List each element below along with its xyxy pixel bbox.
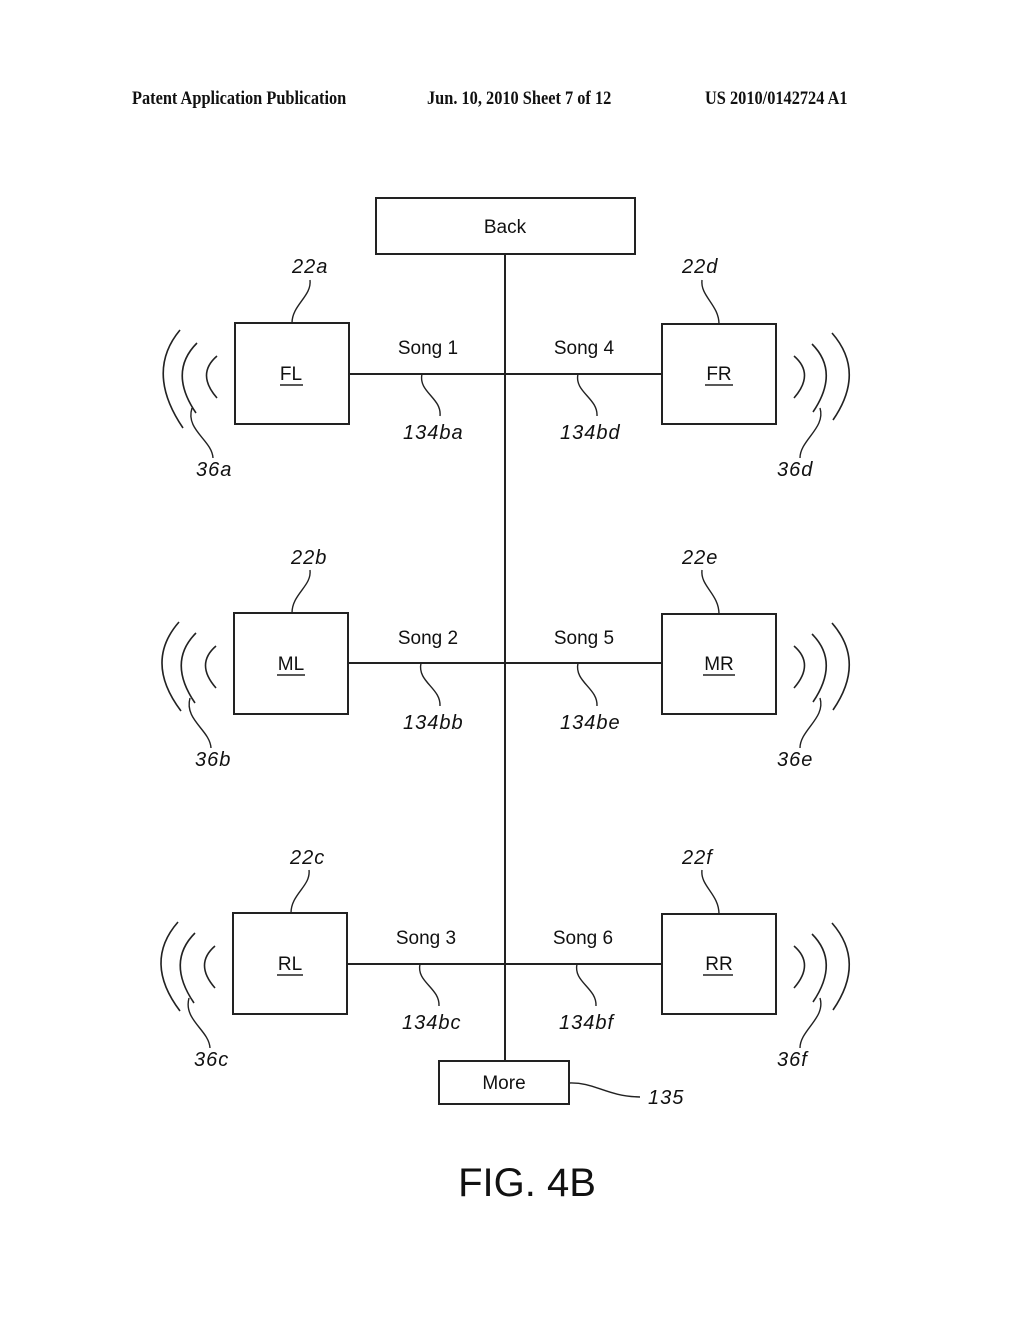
leader-36a [190,407,214,459]
leader-134bc [419,963,440,1007]
song-label-3: Song 3 [396,928,456,949]
leader-36c [187,997,211,1049]
ref-36e: 36e [777,749,813,771]
leader-134ba [421,373,441,417]
leader-134be [577,662,598,707]
ref-36f: 36f [777,1049,809,1071]
leader-22e [701,569,720,615]
sound-waves-36c [160,921,216,1012]
leader-22b [291,569,311,614]
leader-134bd [577,373,598,417]
ref-22c: 22c [289,847,325,869]
ref-22f: 22f [681,847,714,869]
speaker-RR[interactable]: RR [661,913,777,1015]
speaker-ML[interactable]: ML [233,612,349,715]
speaker-RL[interactable]: RL [232,912,348,1015]
song-label-4: Song 4 [554,338,615,359]
song-label-2: Song 2 [398,628,458,649]
speaker-label-FR: FR [706,364,731,385]
leader-134bb [420,662,441,707]
speaker-song-diagram: Back FL 22a 36a Song 1 134ba FR 22d 36d … [160,197,850,1205]
speaker-FR[interactable]: FR [661,323,777,425]
leader-22c [290,869,310,914]
sound-waves-36b [161,621,217,712]
back-button-label: Back [484,217,527,238]
leader-22f [701,869,720,915]
ref-134ba: 134ba [403,422,464,444]
leader-134bf [576,963,597,1007]
ref-36a: 36a [196,459,232,481]
leader-22d [701,279,720,325]
leader-135 [568,1082,641,1098]
ref-134bf: 134bf [559,1012,615,1034]
figure-label: FIG. 4B [458,1161,596,1205]
speaker-label-FL: FL [280,364,302,385]
leader-36e [799,697,822,749]
speaker-MR[interactable]: MR [661,613,777,715]
sound-waves-36d [793,332,850,421]
speaker-label-ML: ML [278,654,304,675]
ref-134bd: 134bd [560,422,621,444]
leader-36d [799,407,822,459]
ref-36d: 36d [777,459,813,481]
speaker-label-MR: MR [704,654,734,675]
row-front: FL 22a 36a Song 1 134ba FR 22d 36d Song … [162,256,850,481]
ref-22b: 22b [290,547,327,569]
leader-36b [188,697,212,749]
song-label-6: Song 6 [553,928,613,949]
ref-22d: 22d [681,256,718,278]
song-label-5: Song 5 [554,628,614,649]
speaker-label-RL: RL [278,954,302,975]
ref-36c: 36c [194,1049,229,1071]
song-label-1: Song 1 [398,338,458,359]
speaker-label-RR: RR [705,954,732,975]
ref-134be: 134be [560,712,621,734]
speaker-FL[interactable]: FL [234,322,350,425]
more-button[interactable]: More [438,1060,570,1105]
leader-36f [799,997,822,1049]
leader-22a [291,279,311,324]
ref-134bc: 134bc [402,1012,462,1034]
ref-134bb: 134bb [403,712,464,734]
sound-waves-36f [793,922,850,1011]
ref-36b: 36b [195,749,231,771]
back-button[interactable]: Back [375,197,636,255]
sound-waves-36a [162,329,218,429]
more-button-label: More [482,1073,525,1094]
sound-waves-36e [793,622,850,711]
ref-22a: 22a [291,256,328,278]
ref-135: 135 [648,1087,684,1109]
ref-22e: 22e [681,547,718,569]
